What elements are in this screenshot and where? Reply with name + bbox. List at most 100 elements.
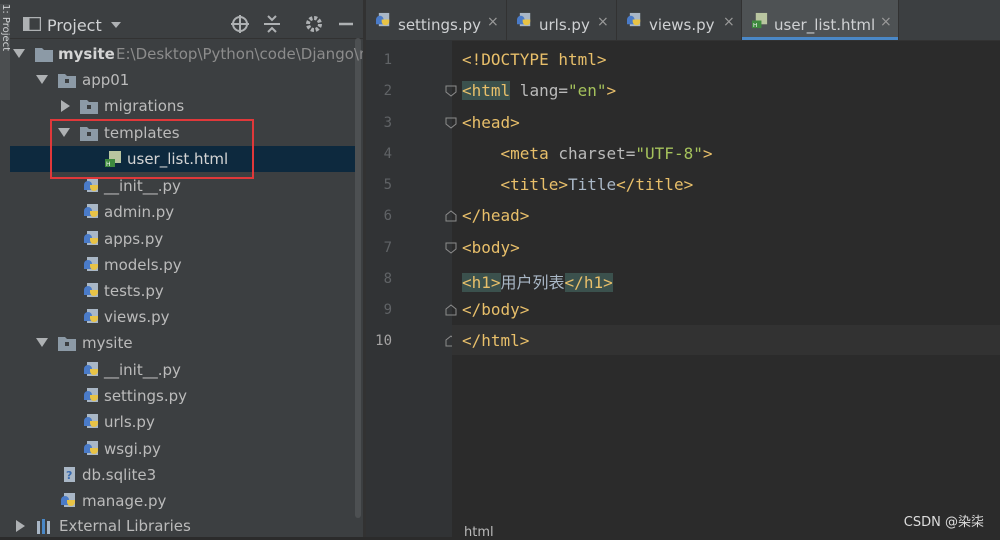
python-file-icon <box>627 12 641 27</box>
line-number: 5 <box>383 177 392 193</box>
close-icon[interactable]: × <box>880 14 892 30</box>
line-number: 10 <box>375 333 392 349</box>
folder-icon <box>80 100 98 114</box>
panel-title[interactable]: Project <box>47 16 102 35</box>
project-path: E:\Desktop\Python\code\Django\my <box>116 45 363 63</box>
tree-item-mysite-root[interactable]: mysite E:\Desktop\Python\code\Django\my <box>10 41 363 67</box>
close-icon[interactable]: × <box>487 14 499 30</box>
library-icon <box>37 519 50 534</box>
tree-item-migrations[interactable]: migrations <box>10 93 355 119</box>
python-file-icon <box>84 204 98 218</box>
svg-text:H: H <box>106 161 111 167</box>
chevron-down-icon[interactable] <box>36 75 48 84</box>
line-number: 7 <box>383 240 392 256</box>
tag-token: </body> <box>462 300 530 319</box>
tree-item-app01[interactable]: app01 <box>10 67 355 93</box>
html-file-icon: H <box>105 151 121 167</box>
panel-scrollbar[interactable] <box>355 38 361 518</box>
chevron-down-icon[interactable] <box>36 338 48 347</box>
tree-item-db-sqlite3[interactable]: ? db.sqlite3 <box>10 462 355 488</box>
code-line-5: <title>Title</title> <box>462 175 694 203</box>
chevron-down-icon[interactable] <box>58 128 70 137</box>
locate-icon[interactable] <box>230 14 250 34</box>
tag-token: <meta <box>500 144 549 163</box>
breadcrumb[interactable]: html <box>464 525 494 540</box>
python-file-icon <box>84 178 98 192</box>
tag-token: <html <box>462 81 511 100</box>
line-number: 2 <box>383 83 392 99</box>
tree-item-mysite-package[interactable]: mysite <box>10 330 355 356</box>
tree-item-label: __init__.py <box>104 177 181 195</box>
tree-item-settings[interactable]: settings.py <box>10 383 355 409</box>
tab-views-py[interactable]: views.py × <box>617 0 742 40</box>
tree-item-label: migrations <box>104 97 185 115</box>
tab-user-list-html[interactable]: H user_list.html × <box>742 0 899 40</box>
chevron-down-icon[interactable] <box>13 49 25 58</box>
chevron-down-icon[interactable] <box>111 22 121 28</box>
python-file-icon <box>84 231 98 245</box>
html-file-icon: H <box>752 12 768 29</box>
attr-token: charset= <box>548 144 636 163</box>
python-file-icon <box>84 388 98 402</box>
tree-item-external-libraries[interactable]: External Libraries <box>10 513 355 537</box>
python-file-icon <box>84 441 98 455</box>
text-token: Title <box>567 175 617 194</box>
tree-item-tests[interactable]: tests.py <box>10 278 355 304</box>
chevron-right-icon[interactable] <box>61 100 70 112</box>
tree-item-label: tests.py <box>104 282 164 300</box>
code-line-1: <!DOCTYPE html> <box>462 50 607 78</box>
tab-label: urls.py <box>539 16 590 34</box>
project-panel: Project mysite E:\Desktop\Python\code\Dj… <box>10 0 363 537</box>
tag-token: > <box>702 144 713 163</box>
tree-item-label: models.py <box>104 256 182 274</box>
tag-token: <h1> <box>462 273 501 292</box>
tree-item-label: wsgi.py <box>104 440 161 458</box>
tree-item-label: manage.py <box>82 492 167 510</box>
folder-icon <box>35 48 53 62</box>
svg-text:H: H <box>753 23 757 29</box>
tab-label: user_list.html <box>774 16 876 34</box>
attr-token: lang= <box>510 81 568 100</box>
editor-area: settings.py × urls.py × views.py × H use… <box>366 0 1000 540</box>
code-line-4: <meta charset="UTF-8"> <box>462 144 713 172</box>
tree-item-manage[interactable]: manage.py <box>10 488 355 514</box>
tree-item-user-list-html[interactable]: H user_list.html <box>10 146 355 172</box>
tag-token: <head> <box>462 113 520 132</box>
tree-item-label: urls.py <box>104 413 155 431</box>
close-icon[interactable]: × <box>597 14 609 30</box>
python-file-icon <box>61 493 75 507</box>
editor-tab-bar: settings.py × urls.py × views.py × H use… <box>366 0 1000 41</box>
tree-item-admin[interactable]: admin.py <box>10 199 355 225</box>
minimize-icon[interactable] <box>336 14 356 34</box>
code-line-2: <html lang="en"> <box>462 81 616 109</box>
tab-urls-py[interactable]: urls.py × <box>507 0 617 40</box>
tree-item-templates[interactable]: templates <box>10 120 355 146</box>
tree-item-label: apps.py <box>104 230 164 248</box>
chevron-right-icon[interactable] <box>16 520 25 532</box>
tag-token: > <box>606 81 617 100</box>
code-line-10: </html> <box>462 331 529 359</box>
tag-token: <body> <box>462 238 520 257</box>
tree-item-urls[interactable]: urls.py <box>10 409 355 435</box>
text-token: 用户列表 <box>500 273 565 292</box>
tree-item-views[interactable]: views.py <box>10 304 355 330</box>
tree-item-models[interactable]: models.py <box>10 252 355 278</box>
code-line-9: </body> <box>462 300 529 328</box>
line-number: 3 <box>383 115 392 131</box>
close-icon[interactable]: × <box>723 14 735 30</box>
tag-token: <title> <box>500 175 568 194</box>
editor-gutter: 1 2 3 4 5 6 7 8 9 10 <box>366 40 457 537</box>
python-file-icon <box>84 414 98 428</box>
tree-item-app-init[interactable]: __init__.py <box>10 173 355 199</box>
unknown-file-icon: ? <box>64 467 75 482</box>
tree-item-wsgi[interactable]: wsgi.py <box>10 436 355 462</box>
python-file-icon <box>84 309 98 323</box>
tree-item-apps[interactable]: apps.py <box>10 226 355 252</box>
collapse-all-icon[interactable] <box>262 14 282 34</box>
tab-settings-py[interactable]: settings.py × <box>366 0 507 40</box>
gear-icon[interactable] <box>304 14 324 34</box>
tree-item-label: __init__.py <box>104 361 181 379</box>
watermark: CSDN @染柒 <box>903 515 984 530</box>
tree-item-mysite-init[interactable]: __init__.py <box>10 357 355 383</box>
code-editor[interactable]: <!DOCTYPE html> <html lang="en"> <head> … <box>452 40 1000 537</box>
